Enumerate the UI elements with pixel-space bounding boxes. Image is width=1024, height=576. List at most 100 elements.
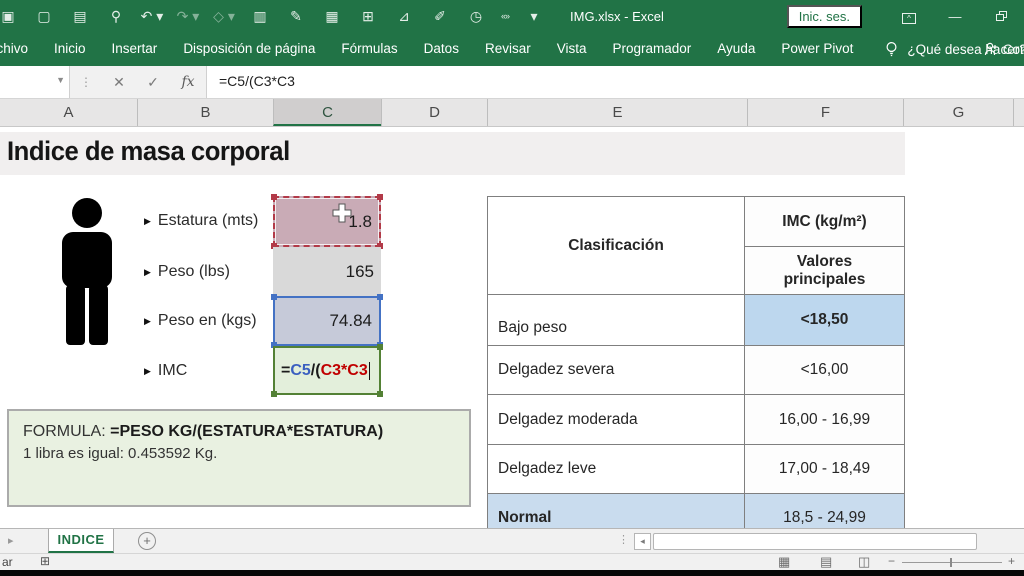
column-header-f[interactable]: F bbox=[747, 99, 903, 126]
minimize-icon[interactable]: — bbox=[932, 9, 978, 24]
cell-imc-formula[interactable]: =C5/(C3*C3 bbox=[273, 346, 381, 395]
confirm-entry-icon[interactable]: ✓ bbox=[136, 74, 170, 91]
bottom-letterbox bbox=[0, 570, 1024, 576]
table-row-label[interactable]: Delgadez moderada bbox=[488, 395, 745, 445]
sheet-heading[interactable]: Indice de masa corporal bbox=[7, 136, 290, 167]
share-person-icon bbox=[984, 42, 998, 56]
zoom-in-button[interactable]: + bbox=[1008, 554, 1015, 568]
column-header-b[interactable]: B bbox=[137, 99, 273, 126]
tab-programador[interactable]: Programador bbox=[600, 32, 705, 66]
label-peso-lbs[interactable]: ▶ Peso (lbs) bbox=[144, 247, 274, 297]
column-header-d[interactable]: D bbox=[381, 99, 487, 126]
table-row-label[interactable]: Bajo peso bbox=[488, 295, 745, 346]
column-header-c[interactable]: C bbox=[273, 99, 381, 126]
table-row-value[interactable]: <16,00 bbox=[745, 346, 905, 395]
draw-table-icon[interactable]: ✎ bbox=[278, 0, 314, 32]
person-silhouette-icon[interactable] bbox=[55, 197, 119, 345]
tab-archivo[interactable]: Archivo bbox=[0, 32, 41, 66]
table-row-label[interactable]: Delgadez severa bbox=[488, 346, 745, 395]
bullet-triangle-icon: ▶ bbox=[144, 267, 151, 278]
cell-peso-kgs-value[interactable]: 74.84 bbox=[273, 296, 381, 346]
zoom-out-button[interactable]: − bbox=[888, 554, 895, 568]
sign-in-button[interactable]: Inic. ses. bbox=[787, 5, 862, 28]
column-header-e[interactable]: E bbox=[487, 99, 747, 126]
label-peso-kgs[interactable]: ▶ Peso en (kgs) bbox=[144, 296, 274, 346]
translate-icon[interactable]: «» bbox=[494, 0, 516, 32]
fill-color-icon[interactable]: ◇ ▾ bbox=[206, 0, 242, 32]
sheet-nav-right-icon[interactable]: ▸ bbox=[8, 534, 14, 547]
view-page-layout-icon[interactable]: ▤ bbox=[820, 554, 832, 570]
tab-disposicion[interactable]: Disposición de página bbox=[170, 32, 328, 66]
view-normal-icon[interactable]: ▦ bbox=[778, 554, 790, 570]
hierarchy-icon[interactable]: ⊞ bbox=[350, 0, 386, 32]
tab-ayuda[interactable]: Ayuda bbox=[704, 32, 768, 66]
cell-estatura-value[interactable]: 1.8 bbox=[273, 196, 381, 247]
text-cursor bbox=[369, 362, 370, 380]
name-box[interactable]: ▼ bbox=[0, 66, 70, 98]
table-row-value[interactable]: 18,5 - 24,99 bbox=[745, 494, 905, 529]
column-header-a[interactable]: A bbox=[0, 99, 137, 126]
print-preview-icon[interactable]: ⚲ bbox=[98, 0, 134, 32]
horizontal-scrollbar[interactable] bbox=[653, 533, 977, 550]
customize-qat-icon[interactable]: ▾ bbox=[516, 0, 552, 32]
conversion-note: 1 libra es igual: 0.453592 Kg. bbox=[23, 445, 469, 462]
table-row-value[interactable]: <18,50 bbox=[745, 295, 905, 346]
sheet-tab-indice[interactable]: INDICE bbox=[48, 529, 114, 553]
macro-record-icon[interactable]: ⊞ bbox=[40, 554, 50, 568]
formula-note-box[interactable]: FORMULA: =PESO KG/(ESTATURA*ESTATURA) 1 … bbox=[7, 409, 471, 507]
zoom-slider-track[interactable] bbox=[902, 562, 1002, 563]
cell-peso-lbs-value[interactable]: 165 bbox=[273, 247, 381, 296]
formula-note-prefix: FORMULA: bbox=[23, 423, 110, 440]
excel-plus-cursor-icon bbox=[332, 203, 352, 223]
tab-revisar[interactable]: Revisar bbox=[472, 32, 544, 66]
name-box-dropdown-icon[interactable]: ▼ bbox=[56, 75, 65, 85]
edit-box-icon[interactable]: ✐ bbox=[422, 0, 458, 32]
formula-input[interactable]: =C5/(C3*C3 bbox=[206, 66, 1024, 98]
table-header-valores[interactable]: Valores principales bbox=[745, 247, 905, 295]
table-header-imc[interactable]: IMC (kg/m²) bbox=[745, 197, 905, 247]
label-estatura[interactable]: ▶ Estatura (mts) bbox=[144, 196, 274, 246]
tab-power-pivot[interactable]: Power Pivot bbox=[768, 32, 866, 66]
label-estatura-text: Estatura (mts) bbox=[158, 212, 258, 230]
bullet-triangle-icon: ▶ bbox=[144, 316, 151, 327]
insert-function-icon[interactable]: fx bbox=[170, 74, 206, 90]
restore-icon[interactable] bbox=[978, 9, 1024, 24]
cell-handle bbox=[377, 391, 383, 397]
share-button[interactable]: Compartir bbox=[984, 32, 1024, 66]
cancel-entry-icon[interactable]: ✕ bbox=[102, 74, 136, 91]
column-header-g[interactable]: G bbox=[903, 99, 1013, 126]
new-workbook-icon[interactable]: ▢ bbox=[26, 0, 62, 32]
zoom-slider-thumb[interactable] bbox=[950, 558, 952, 567]
label-imc[interactable]: ▶ IMC bbox=[144, 346, 274, 396]
save-icon[interactable]: ▣ bbox=[0, 0, 26, 32]
tabbar-splitter-icon[interactable]: ⋮ bbox=[618, 533, 629, 546]
column-header-h-partial[interactable] bbox=[1013, 99, 1024, 126]
cell-styles-icon[interactable]: ▦ bbox=[314, 0, 350, 32]
table-row-label[interactable]: Delgadez leve bbox=[488, 445, 745, 494]
tab-vista[interactable]: Vista bbox=[544, 32, 600, 66]
new-sheet-button[interactable]: + bbox=[138, 532, 156, 550]
formula-bar: ▼ ⋮ ✕ ✓ fx =C5/(C3*C3 bbox=[0, 66, 1024, 99]
worksheet: Indice de masa corporal ▶ Estatura (mts)… bbox=[0, 127, 1024, 528]
table-row-label[interactable]: Normal bbox=[488, 494, 745, 529]
bullet-triangle-icon: ▶ bbox=[144, 366, 151, 377]
view-page-break-icon[interactable]: ◫ bbox=[858, 554, 870, 570]
hscroll-left-button[interactable]: ◂ bbox=[634, 533, 651, 550]
redo-icon[interactable]: ↷ ▾ bbox=[170, 0, 206, 32]
tab-inicio[interactable]: Inicio bbox=[41, 32, 99, 66]
undo-icon[interactable]: ↶ ▾ bbox=[134, 0, 170, 32]
ribbon-tab-bar: Archivo Inicio Insertar Disposición de p… bbox=[0, 32, 1024, 66]
form-icon[interactable]: ▥ bbox=[242, 0, 278, 32]
tab-formulas[interactable]: Fórmulas bbox=[328, 32, 410, 66]
formula-bar-grip[interactable]: ⋮ bbox=[70, 75, 102, 89]
table-row-value[interactable]: 16,00 - 16,99 bbox=[745, 395, 905, 445]
ribbon-display-options-icon[interactable]: ^ bbox=[886, 9, 932, 24]
table-header-clasificacion[interactable]: Clasificación bbox=[488, 197, 745, 295]
chart-edit-icon[interactable]: ⊿ bbox=[386, 0, 422, 32]
tab-insertar[interactable]: Insertar bbox=[99, 32, 171, 66]
tab-datos[interactable]: Datos bbox=[411, 32, 472, 66]
table-row-value[interactable]: 17,00 - 18,49 bbox=[745, 445, 905, 494]
clock-icon[interactable]: ◷ bbox=[458, 0, 494, 32]
open-icon[interactable]: ▤ bbox=[62, 0, 98, 32]
label-peso-lbs-text: Peso (lbs) bbox=[158, 263, 230, 281]
